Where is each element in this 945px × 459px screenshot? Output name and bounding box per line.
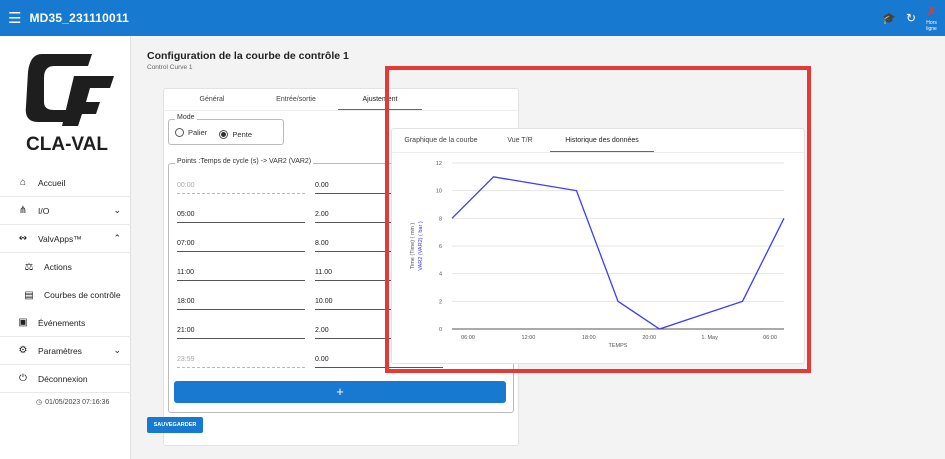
chevron-up-icon: ⌃ [113,233,121,243]
tab-historique[interactable]: Historique des données [550,129,654,152]
radio-circle-selected [219,130,229,139]
valve-icon: ↭ [18,233,28,244]
sidebar-item-accueil[interactable]: ⌂ Accueil [0,169,131,197]
sidebar-item-valvapps[interactable]: ↭ ValvApps™ ⌃ [0,225,131,253]
menu-icon[interactable]: ☰ [8,9,21,27]
point-time-input: 23:59 [177,354,305,368]
history-chart: 0 2 4 6 8 10 12 06:00 12:00 18:00 20:00 1. May 06:00… [410,161,785,349]
history-icon[interactable]: ↻ [906,11,916,25]
calendar-icon: ▣ [18,317,28,328]
timestamp-value: 01/05/2023 07:16:36 [45,398,110,406]
radio-label: Pente [232,130,253,139]
point-time-input[interactable]: 21:00 [177,325,305,339]
offline-icon: ✗ [926,4,937,19]
sidebar-item-label: Paramètres [38,345,82,356]
radio-label: Palier [188,128,208,137]
chart-icon: ▤ [24,289,34,301]
mode-legend: Mode [175,114,197,121]
y-tick-label: 2 [439,299,442,305]
sidebar-nav: ⌂ Accueil ⋔ I/O ⌄ ↭ ValvApps™ ⌃ ⚖ Action… [0,169,131,411]
chart-card: Graphique de la courbe Vue T/R Historiqu… [391,128,805,364]
io-icon: ⋔ [18,205,28,216]
tab-entree-sortie[interactable]: Entrée/sortie [254,89,338,110]
point-time-input[interactable]: 11:00 [177,267,305,281]
x-tick-label: 20:00 [642,335,656,341]
graduation-cap-icon[interactable]: 🎓 [882,12,896,25]
sidebar-item-label: Accueil [38,177,66,188]
add-point-button[interactable]: + [174,381,506,403]
radio-palier[interactable]: Palier [175,128,207,137]
y-tick-label: 6 [439,244,442,250]
x-tick-label: 1. May [701,335,718,341]
power-icon: ⏻ [19,373,27,384]
sidebar-item-label: Déconnexion [38,373,88,384]
mode-group: Mode Palier Pente [168,114,284,145]
bell-icon: ⚖ [24,261,34,273]
x-tick-label: 18:00 [582,335,596,341]
cla-val-logo: CLA-VAL [25,54,114,155]
sidebar-item-label: Événements [38,317,86,328]
sidebar-item-deconnexion[interactable]: ⏻ Déconnexion [0,365,131,393]
device-title: MD35_231110011 [29,11,130,25]
timestamp: ◷ 01/05/2023 07:16:36 [0,393,131,411]
sidebar-item-evenements[interactable]: ▣ Événements [0,309,131,337]
logo-text: CLA-VAL [26,134,108,155]
x-axis-label: TEMPS [609,343,628,349]
radio-pente[interactable]: Pente [219,130,252,139]
chevron-down-icon: ⌄ [113,205,121,215]
sidebar-item-actions[interactable]: ⚖ Actions [0,253,131,281]
offline-label-2: ligne [926,26,937,32]
tab-vue-tr[interactable]: Vue T/R [490,129,550,152]
settings-icon: ⚙ [18,345,28,356]
y-tick-label: 10 [436,189,442,195]
point-time-input[interactable]: 07:00 [177,238,305,252]
radio-circle [175,128,184,137]
x-tick-label: 06:00 [461,335,475,341]
y-axis-label-2: VAR2 (VAR2) ( bar ) [418,221,424,270]
tab-graphique[interactable]: Graphique de la courbe [392,129,490,152]
sidebar-item-label: Actions [44,262,72,272]
point-time-input: 00:00 [177,180,305,194]
page-title: Configuration de la courbe de contrôle 1 [147,50,349,62]
point-time-input[interactable]: 18:00 [177,296,305,310]
points-legend: Points :Temps de cycle (s) -> VAR2 (VAR2… [175,158,314,165]
y-tick-label: 12 [436,161,442,167]
sidebar: CLA-VAL ⌂ Accueil ⋔ I/O ⌄ ↭ ValvApps™ ⌃ … [0,36,131,459]
save-button[interactable]: SAUVEGARDER [147,417,203,433]
point-time-input[interactable]: 05:00 [177,209,305,223]
y-tick-label: 0 [439,327,442,333]
header-actions: 🎓 ↻ ✗ Hors ligne [882,4,937,32]
sidebar-item-io[interactable]: ⋔ I/O ⌄ [0,197,131,225]
home-icon: ⌂ [19,177,27,188]
x-tick-label: 06:00 [763,335,777,341]
sidebar-item-label: ValvApps™ [38,233,82,244]
top-bar: ☰ MD35_231110011 🎓 ↻ ✗ Hors ligne [0,0,945,36]
y-tick-label: 4 [439,272,442,278]
tab-general[interactable]: Général [170,89,254,110]
chevron-down-icon: ⌄ [113,345,121,355]
series-line [451,176,785,330]
offline-status[interactable]: ✗ Hors ligne [926,4,937,32]
sidebar-item-label: I/O [38,205,50,216]
clock-icon: ◷ [36,399,43,406]
sidebar-item-courbes[interactable]: ▤ Courbes de contrôle [0,281,131,309]
x-tick-label: 12:00 [522,335,536,341]
sidebar-item-label: Courbes de contrôle [44,290,121,300]
page-subtitle: Control Curve 1 [147,64,193,71]
chart-tabs: Graphique de la courbe Vue T/R Historiqu… [392,129,804,153]
sidebar-item-parametres[interactable]: ⚙ Paramètres ⌄ [0,337,131,365]
y-tick-label: 8 [439,216,442,222]
y-axis-label-1: Time (Time) ( min ) [410,223,416,270]
